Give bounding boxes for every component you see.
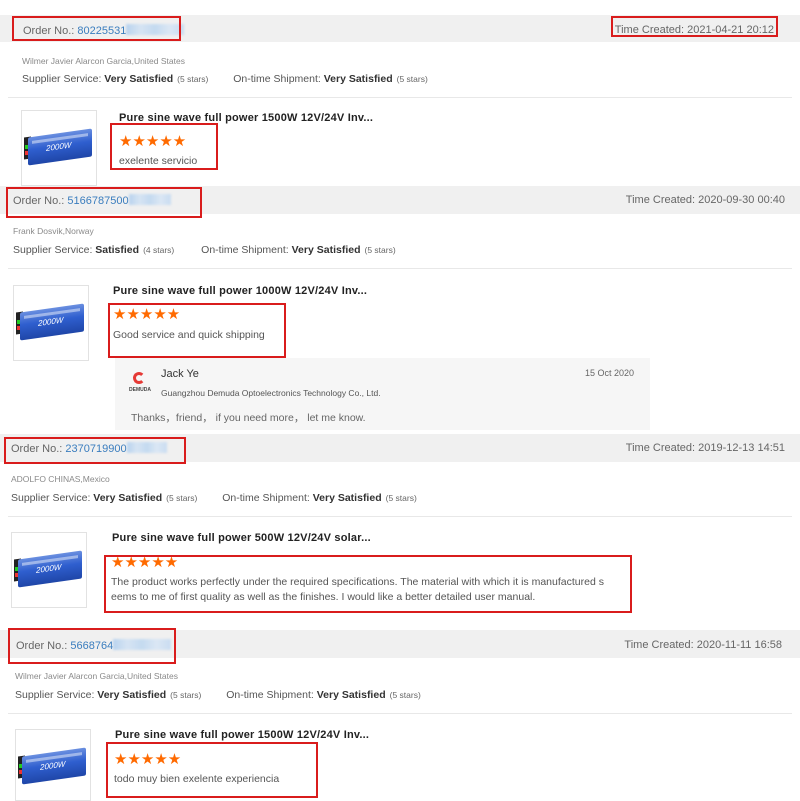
divider: [8, 268, 792, 269]
ratings-row: Supplier Service: Very Satisfied (5 stars…: [11, 492, 417, 504]
buyer-name: Wilmer Javier Alarcon Garcia,United Stat…: [22, 56, 185, 66]
divider: [8, 713, 792, 714]
thumb-label: 2000W: [36, 562, 62, 575]
supplier-service-rating: Very Satisfied: [104, 73, 174, 85]
time-created-value: 2019-12-13 14:51: [698, 442, 785, 454]
time-created-label: Time Created:: [625, 442, 696, 454]
reply-message: Thanks，friend， if you need more， let me …: [131, 412, 366, 424]
highlight-review: [104, 555, 632, 613]
highlight-order-no: [8, 628, 176, 664]
product-thumbnail[interactable]: 2000W: [15, 729, 91, 801]
thumb-label: 2000W: [46, 140, 72, 153]
supplier-service-label: Supplier Service:: [13, 244, 93, 256]
ratings-row: Supplier Service: Very Satisfied (5 stars…: [22, 73, 428, 85]
buyer-name: Wilmer Javier Alarcon Garcia,United Stat…: [15, 671, 178, 681]
thumb-label: 2000W: [40, 759, 66, 772]
time-created-value: 2020-09-30 00:40: [698, 194, 785, 206]
supplier-service-label: Supplier Service:: [11, 492, 91, 504]
supplier-stars-count: (5 stars): [177, 74, 209, 84]
reply-date: 15 Oct 2020: [584, 368, 634, 378]
highlight-review: [106, 742, 318, 798]
seller-reply: DEMUDA Jack Ye Guangzhou Demuda Optoelec…: [115, 358, 650, 430]
product-thumbnail[interactable]: 2000W: [13, 285, 89, 361]
supplier-stars-count: (5 stars): [170, 690, 202, 700]
buyer-name: Frank Dosvik,Norway: [13, 226, 94, 236]
product-thumbnail[interactable]: 2000W: [11, 532, 87, 608]
seller-company: Guangzhou Demuda Optoelectronics Technol…: [161, 388, 381, 398]
divider: [8, 516, 792, 517]
product-title-link[interactable]: Pure sine wave full power 1000W 12V/24V …: [113, 285, 367, 297]
supplier-stars-count: (5 stars): [166, 493, 198, 503]
supplier-stars-count: (4 stars): [143, 245, 175, 255]
shipment-rating: Very Satisfied: [316, 689, 386, 701]
product-thumbnail[interactable]: 2000W: [21, 110, 97, 186]
product-title-link[interactable]: Pure sine wave full power 1500W 12V/24V …: [115, 729, 369, 741]
shipment-label: On-time Shipment:: [233, 73, 321, 85]
shipment-stars-count: (5 stars): [396, 74, 428, 84]
buyer-name: ADOLFO CHINAS,Mexico: [11, 474, 110, 484]
ratings-row: Supplier Service: Satisfied (4 stars) On-…: [13, 244, 396, 256]
time-created-label: Time Created:: [625, 194, 696, 206]
supplier-service-rating: Very Satisfied: [97, 689, 167, 701]
thumb-label: 2000W: [38, 315, 64, 328]
highlight-review: [110, 123, 218, 170]
supplier-service-rating: Very Satisfied: [93, 492, 163, 504]
highlight-time-created: [611, 16, 778, 37]
supplier-service-rating: Satisfied: [95, 244, 140, 256]
divider: [8, 97, 792, 98]
shipment-rating: Very Satisfied: [323, 73, 393, 85]
shipment-stars-count: (5 stars): [385, 493, 417, 503]
time-created-value: 2020-11-11 16:58: [696, 639, 782, 651]
shipment-label: On-time Shipment:: [222, 492, 310, 504]
highlight-review: [108, 303, 286, 358]
shipment-rating: Very Satisfied: [291, 244, 361, 256]
shipment-rating: Very Satisfied: [312, 492, 382, 504]
supplier-service-label: Supplier Service:: [22, 73, 102, 85]
product-title-link[interactable]: Pure sine wave full power 500W 12V/24V s…: [112, 532, 371, 544]
seller-name: Jack Ye: [161, 368, 199, 380]
highlight-order-no: [4, 437, 186, 464]
seller-logo-icon: DEMUDA: [129, 372, 151, 394]
seller-logo-text: DEMUDA: [129, 387, 151, 393]
shipment-stars-count: (5 stars): [389, 690, 421, 700]
time-created-label: Time Created:: [624, 639, 694, 651]
shipment-stars-count: (5 stars): [364, 245, 396, 255]
supplier-service-label: Supplier Service:: [15, 689, 95, 701]
shipment-label: On-time Shipment:: [201, 244, 289, 256]
highlight-order-no: [12, 16, 181, 41]
ratings-row: Supplier Service: Very Satisfied (5 stars…: [15, 689, 421, 701]
highlight-order-no: [6, 187, 202, 218]
shipment-label: On-time Shipment:: [226, 689, 314, 701]
